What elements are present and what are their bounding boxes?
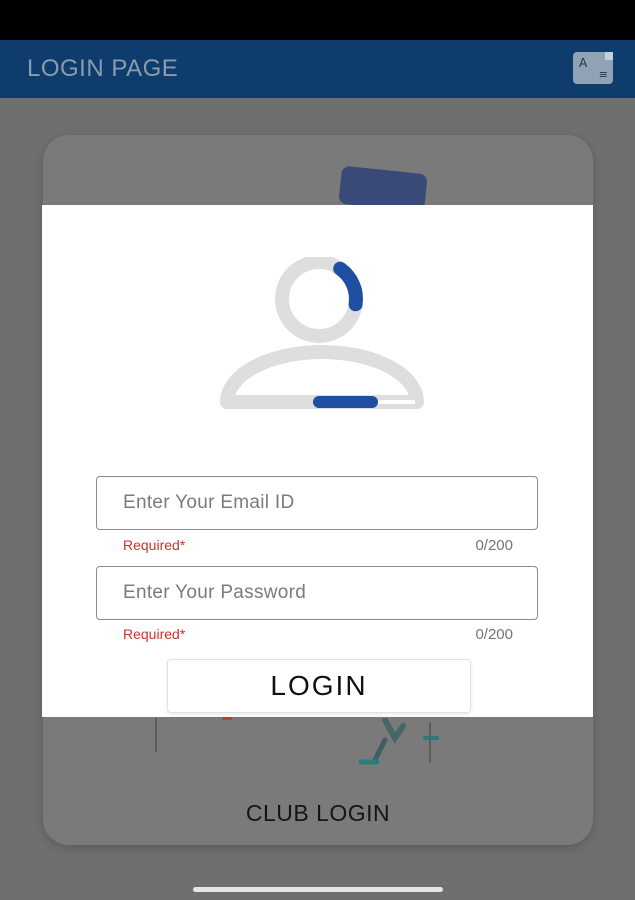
password-char-counter: 0/200: [475, 626, 513, 643]
home-indicator[interactable]: [193, 887, 443, 892]
user-avatar-icon: [220, 257, 424, 409]
page-title: LOGIN PAGE: [27, 55, 179, 82]
email-char-counter: 0/200: [475, 537, 513, 554]
club-login-label[interactable]: CLUB LOGIN: [43, 800, 593, 827]
app-bar: LOGIN PAGE A ≡: [0, 40, 635, 98]
email-required-hint: Required*: [123, 537, 186, 553]
illustration-person-graphic: [358, 718, 439, 765]
email-placeholder: Enter Your Email ID: [123, 492, 295, 513]
password-field[interactable]: Enter Your Password: [96, 566, 538, 620]
email-field[interactable]: Enter Your Email ID: [96, 476, 538, 530]
login-dialog: Enter Your Email ID Required* 0/200 Ente…: [42, 205, 593, 717]
translate-icon[interactable]: A ≡: [573, 52, 613, 84]
translate-b-glyph: ≡: [598, 68, 608, 81]
password-required-hint: Required*: [123, 626, 186, 642]
password-placeholder: Enter Your Password: [123, 582, 307, 603]
translate-a-glyph: A: [579, 56, 588, 70]
status-bar: [0, 0, 635, 40]
illustration-line: [155, 718, 157, 752]
login-button[interactable]: LOGIN: [167, 659, 471, 713]
translate-fold: [605, 52, 613, 60]
